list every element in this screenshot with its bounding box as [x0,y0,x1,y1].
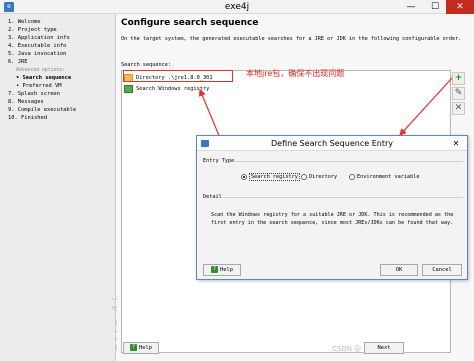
edit-entry-button[interactable]: ✎ [452,87,465,100]
dialog-help-button[interactable]: ? Help [203,264,241,276]
help-icon: ? [211,266,218,273]
page-title: Configure search sequence [121,18,259,28]
detail-label: Detail [203,194,222,200]
brand-logo: exe4j [80,254,132,354]
step-project-type[interactable]: 2. Project type [8,27,57,34]
page-description: On the target system, the generated exec… [121,36,462,42]
step-executable-info[interactable]: 4. Executable info [8,43,66,50]
radio-environment-variable[interactable]: Environment variable [349,173,419,182]
entry-type-label: Entry Type [203,158,235,164]
close-button[interactable]: ✕ [446,0,474,14]
minimize-button[interactable]: — [400,0,422,14]
dialog-close-button[interactable]: ✕ [449,138,463,149]
highlight-box [123,70,233,82]
step-compile-executable[interactable]: 9. Compile executable [8,107,76,114]
step-search-sequence[interactable]: • Search sequence [16,75,71,82]
watermark-text: CSDN @ [332,345,362,353]
add-entry-button[interactable]: + [452,72,465,85]
step-welcome[interactable]: 1. Welcome [8,19,40,26]
radio-label: Directory [309,174,338,180]
annotation-text: 本地jre包，确保不出现问题 [246,69,345,78]
remove-entry-button[interactable]: ✕ [452,102,465,115]
help-label: Help [139,345,152,351]
step-java-invocation[interactable]: 5. Java invocation [8,51,66,58]
entry-type-separator [233,161,463,162]
ok-button[interactable]: OK [380,264,418,276]
help-button[interactable]: ? Help [123,342,159,354]
advanced-options-label: Advanced options: [16,68,66,73]
step-splash-screen[interactable]: 7. Splash screen [8,91,60,98]
entry-type-options: Search registry Directory Environment va… [241,173,461,182]
radio-dot [241,173,247,180]
radio-label: Search registry [249,173,300,181]
dialog-help-label: Help [220,267,233,273]
steps-sidebar: 1. Welcome 2. Project type 3. Applicatio… [0,14,132,361]
radio-dot [301,173,307,180]
registry-icon [124,84,133,93]
dialog-title: Define Search Sequence Entry [271,139,393,148]
dialog-title-bar: Define Search Sequence Entry ✕ [197,136,467,151]
list-item-registry[interactable]: Search Windows registry [124,84,364,95]
detail-separator [223,197,463,198]
list-item-label: Search Windows registry [136,86,210,92]
step-finished[interactable]: 10. Finished [8,115,47,122]
detail-text: Scan the Windows registry for a suitable… [211,212,454,226]
step-jre[interactable]: 6. JRE [8,59,27,66]
search-sequence-label: Search sequence: [121,62,171,68]
help-icon: ? [130,344,137,351]
define-entry-dialog: Define Search Sequence Entry ✕ Entry Typ… [196,135,468,280]
step-preferred-vm[interactable]: • Preferred VM [16,83,61,90]
cancel-button[interactable]: Cancel [422,264,462,276]
radio-label: Environment variable [357,174,420,180]
step-application-info[interactable]: 3. Application info [8,35,70,42]
radio-directory[interactable]: Directory [301,173,337,182]
title-bar: e exe4j — ☐ ✕ [0,0,474,14]
step-messages[interactable]: 8. Messages [8,99,44,106]
next-button[interactable]: Next [364,342,404,354]
radio-search-registry[interactable]: Search registry [241,173,300,182]
maximize-button[interactable]: ☐ [424,0,446,14]
exe4j-window: e exe4j — ☐ ✕ 1. Welcome 2. Project type… [0,0,474,361]
radio-dot [349,173,355,180]
